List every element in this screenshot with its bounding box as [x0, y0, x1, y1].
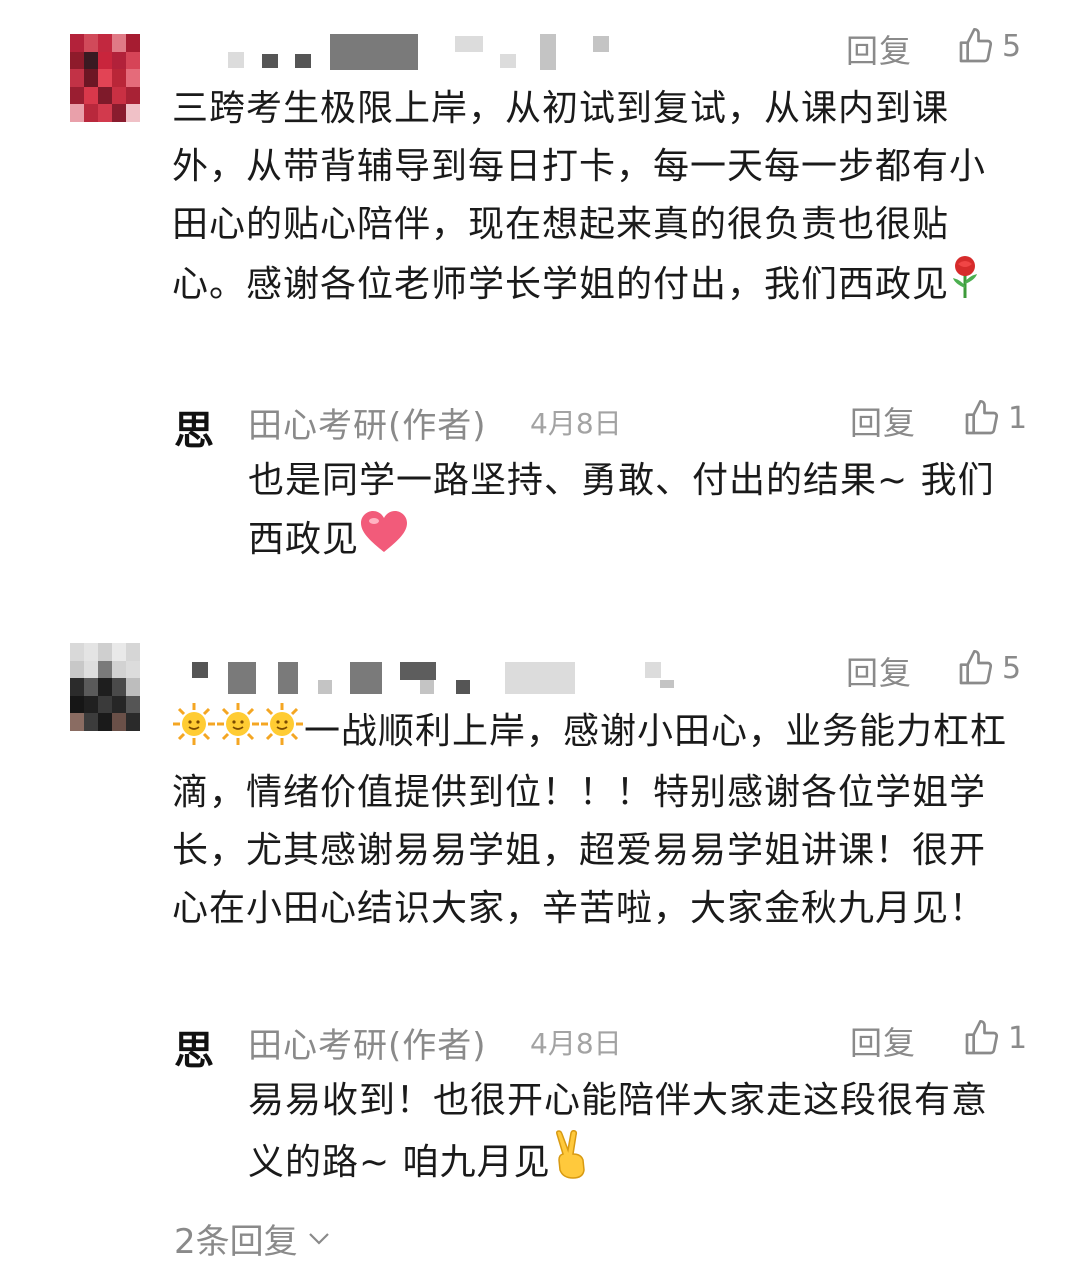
- expand-replies-button[interactable]: 2条回复: [174, 1214, 330, 1263]
- author-logo[interactable]: 思: [174, 398, 214, 456]
- reply-button[interactable]: 回复: [850, 1018, 916, 1064]
- like-count: 5: [1002, 28, 1022, 64]
- rose-icon: [949, 254, 981, 318]
- reply-date: 4月8日: [530, 407, 622, 440]
- like-button[interactable]: 1: [962, 1018, 1027, 1058]
- reply-button[interactable]: 回复: [850, 398, 916, 444]
- reply-text: 也是同学一路坚持、勇敢、付出的结果~ 我们西政见: [248, 452, 1018, 572]
- like-count: 5: [1002, 650, 1022, 686]
- reply-button[interactable]: 回复: [846, 648, 912, 694]
- sun-face-icon: [260, 702, 304, 764]
- victory-hand-icon: [551, 1130, 591, 1198]
- avatar[interactable]: [70, 643, 140, 731]
- thumbs-up-icon: [959, 28, 993, 63]
- comment-text: 三跨考生极限上岸，从初试到复试，从课内到课外，从带背辅导到每日打卡，每一天每一步…: [172, 80, 1022, 318]
- thumbs-up-icon: [959, 650, 993, 685]
- avatar[interactable]: [70, 34, 140, 122]
- author-name[interactable]: 田心考研(作者): [248, 398, 487, 447]
- like-button[interactable]: 1: [962, 398, 1027, 438]
- author-logo[interactable]: 思: [174, 1018, 214, 1076]
- like-button[interactable]: 5: [956, 648, 1021, 688]
- like-count: 1: [1008, 400, 1028, 436]
- thumbs-up-icon: [965, 1020, 999, 1055]
- chevron-down-icon: [308, 1232, 329, 1245]
- comment-text: 一战顺利上岸，感谢小田心，业务能力杠杠滴，情绪价值提供到位！！！特别感谢各位学姐…: [172, 702, 1022, 938]
- heart-icon: [359, 510, 409, 572]
- sun-face-icon: [172, 702, 216, 764]
- reply-date: 4月8日: [530, 1027, 622, 1060]
- sun-face-icon: [216, 702, 260, 764]
- like-count: 1: [1008, 1020, 1028, 1056]
- author-name[interactable]: 田心考研(作者): [248, 1018, 487, 1067]
- thumbs-up-icon: [965, 400, 999, 435]
- reply-text: 易易收到！也很开心能陪伴大家走这段很有意义的路~ 咱九月见: [248, 1072, 1018, 1198]
- like-button[interactable]: 5: [956, 26, 1021, 66]
- reply-button[interactable]: 回复: [846, 26, 912, 72]
- expand-replies-label: 2条回复: [174, 1222, 298, 1262]
